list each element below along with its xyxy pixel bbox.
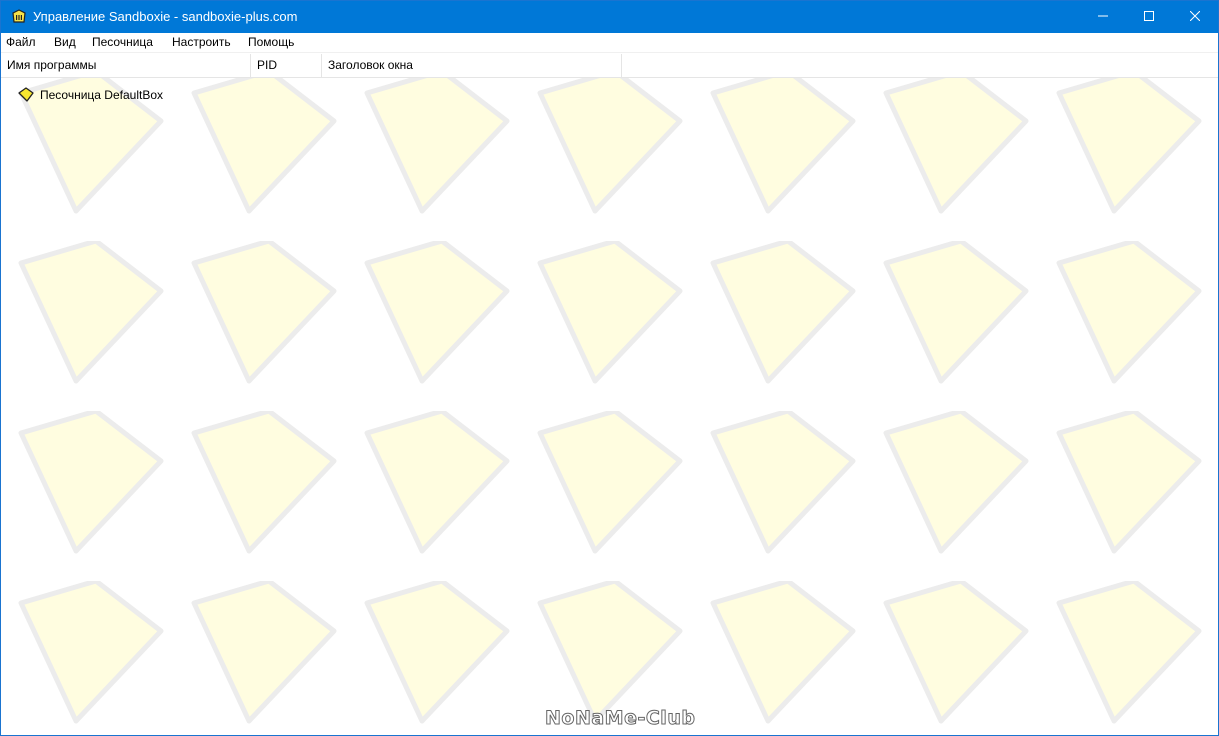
menu-bar: Файл Вид Песочница Настроить Помощь (1, 33, 1218, 53)
column-header-window-title[interactable]: Заголовок окна (322, 54, 622, 77)
menu-file[interactable]: Файл (6, 35, 36, 50)
menu-help[interactable]: Помощь (248, 35, 294, 50)
maximize-button[interactable] (1126, 1, 1172, 33)
sandboxie-window: Управление Sandboxie - sandboxie-plus.co… (0, 0, 1219, 736)
minimize-button[interactable] (1080, 1, 1126, 33)
tree-item-sandbox[interactable]: Песочница DefaultBox (17, 86, 163, 104)
close-button[interactable] (1172, 1, 1218, 33)
close-icon (1189, 8, 1201, 26)
menu-view[interactable]: Вид (54, 35, 76, 50)
process-tree[interactable]: Песочница DefaultBox NoNaMe-Club (1, 78, 1218, 735)
sandboxie-icon (11, 9, 27, 25)
menu-sandbox[interactable]: Песочница (92, 35, 153, 50)
sandbox-icon (17, 86, 35, 104)
window-title: Управление Sandboxie - sandboxie-plus.co… (33, 9, 298, 24)
column-headers: Имя программы PID Заголовок окна (1, 54, 1218, 78)
column-header-pid[interactable]: PID (251, 54, 322, 77)
column-header-program-name[interactable]: Имя программы (1, 54, 251, 77)
menu-configure[interactable]: Настроить (172, 35, 231, 50)
watermark-text: NoNaMe-Club (544, 707, 696, 730)
minimize-icon (1098, 8, 1108, 26)
title-bar[interactable]: Управление Sandboxie - sandboxie-plus.co… (1, 1, 1218, 33)
maximize-icon (1144, 8, 1154, 26)
background-pattern (1, 78, 1218, 735)
sandbox-label: Песочница DefaultBox (40, 88, 164, 102)
